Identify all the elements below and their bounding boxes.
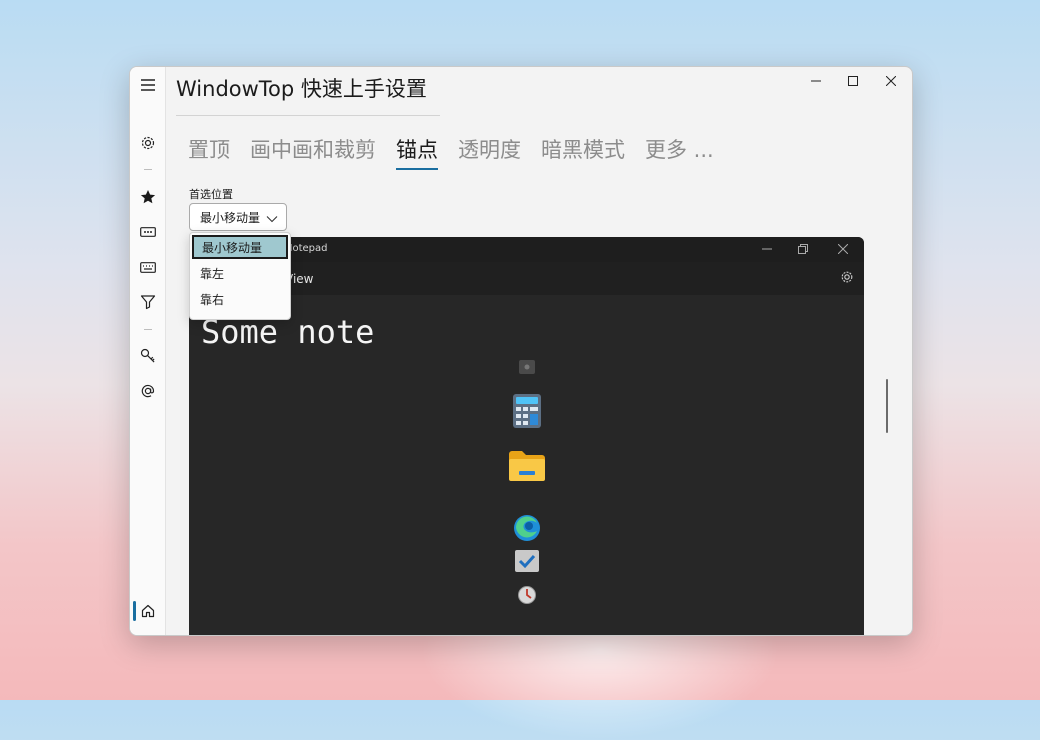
file-explorer-icon bbox=[507, 449, 547, 483]
chevron-down-icon bbox=[266, 212, 278, 226]
dropdown-option-left[interactable]: 靠左 bbox=[192, 261, 288, 285]
preview-minimize-icon bbox=[756, 240, 778, 258]
sidebar bbox=[130, 67, 166, 635]
minimize-button[interactable] bbox=[796, 67, 836, 95]
gear-icon[interactable] bbox=[130, 131, 165, 155]
title-divider bbox=[176, 115, 440, 116]
preview-gear-icon bbox=[840, 270, 854, 288]
close-button[interactable] bbox=[871, 67, 911, 95]
edge-icon bbox=[512, 513, 542, 543]
star-icon[interactable] bbox=[130, 185, 165, 209]
tab-pin[interactable]: 置顶 bbox=[188, 134, 230, 164]
tab-more[interactable]: 更多 ... bbox=[645, 134, 714, 164]
tab-pip-crop[interactable]: 画中画和裁剪 bbox=[250, 134, 376, 164]
vertical-scrollbar[interactable] bbox=[886, 379, 888, 433]
todo-icon bbox=[514, 549, 540, 573]
filter-icon[interactable] bbox=[130, 290, 165, 314]
preferred-position-label: 首选位置 bbox=[189, 188, 233, 201]
keyboard-icon[interactable] bbox=[130, 255, 165, 279]
sidebar-separator bbox=[144, 169, 152, 170]
preview-restore-icon bbox=[792, 240, 814, 258]
calculator-icon bbox=[512, 393, 542, 429]
dropdown-option-right[interactable]: 靠右 bbox=[192, 287, 288, 311]
maximize-button[interactable] bbox=[833, 67, 873, 95]
tab-opacity[interactable]: 透明度 bbox=[458, 134, 521, 164]
preview-window-title: Notepad bbox=[285, 243, 328, 254]
tab-dark-mode[interactable]: 暗黑模式 bbox=[541, 134, 625, 164]
app-window: WindowTop 快速上手设置 置顶 画中画和裁剪 锚点 透明度 暗黑模式 更… bbox=[129, 66, 913, 636]
preview-close-icon bbox=[832, 240, 854, 258]
window-title: WindowTop 快速上手设置 bbox=[176, 77, 427, 101]
tab-bar: 置顶 画中画和裁剪 锚点 透明度 暗黑模式 更多 ... bbox=[188, 134, 714, 170]
position-dropdown-list: 最小移动量 靠左 靠右 bbox=[189, 232, 291, 320]
ellipsis-box-icon[interactable] bbox=[130, 220, 165, 244]
key-icon[interactable] bbox=[130, 344, 165, 368]
sidebar-separator bbox=[144, 329, 152, 330]
select-value: 最小移动量 bbox=[200, 210, 261, 225]
tab-anchor[interactable]: 锚点 bbox=[396, 134, 438, 170]
at-sign-icon[interactable] bbox=[130, 379, 165, 403]
preferred-position-select[interactable]: 最小移动量 bbox=[189, 203, 287, 231]
small-app-icon bbox=[518, 359, 536, 375]
hamburger-menu-icon[interactable] bbox=[130, 73, 165, 97]
home-icon[interactable] bbox=[130, 599, 165, 623]
dropdown-option-min-movement[interactable]: 最小移动量 bbox=[192, 235, 288, 259]
clock-icon bbox=[517, 585, 537, 605]
